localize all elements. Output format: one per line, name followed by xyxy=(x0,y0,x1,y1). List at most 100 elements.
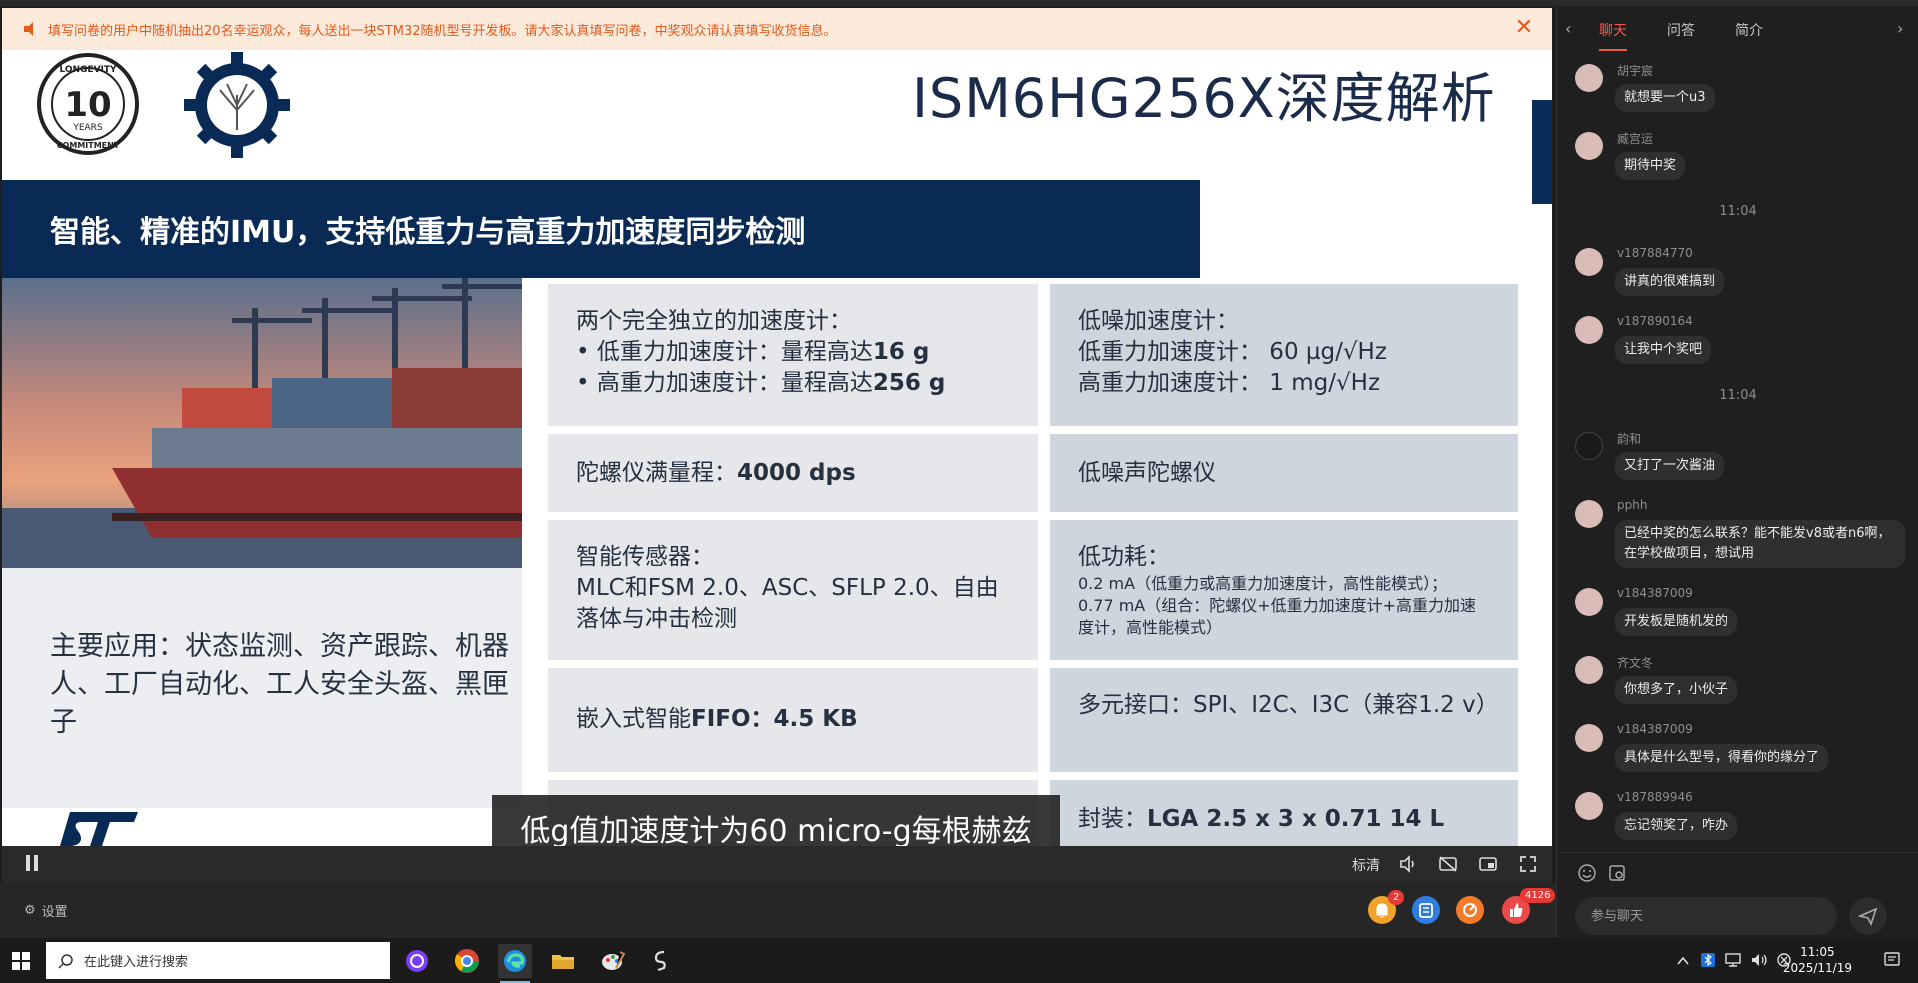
video-controls: 标清 xyxy=(2,846,1552,882)
longevity-logo: LONGEVITY 10 YEARS COMMITMENT xyxy=(37,53,139,155)
spec-text: MLC和FSM 2.0、ASC、SFLP 2.0、自由落体与冲击检测 xyxy=(576,575,999,632)
image-upload-icon[interactable] xyxy=(1607,863,1627,883)
title-accent-bar xyxy=(1532,100,1552,204)
emoji-icon[interactable] xyxy=(1577,863,1597,883)
edge-icon[interactable] xyxy=(498,944,532,983)
spec-text: 0.77 mA（组合：陀螺仪+低重力加速度计+高重力加速度计，高性能模式） xyxy=(1078,596,1477,637)
chat-bubble: 又打了一次酱油 xyxy=(1615,452,1725,480)
chevron-left-icon[interactable]: ‹ xyxy=(1565,19,1571,38)
chat-panel: ‹ 聊天 问答 简介 › 胡宇宸 就想要一个u3 臧宫运 期待中奖 11:04 … xyxy=(1556,6,1918,938)
chat-bubble: 已经中奖的怎么联系？能不能发v8或者n6啊，在学校做项目，想试用 xyxy=(1615,520,1905,568)
chat-bubble: 开发板是随机发的 xyxy=(1615,608,1738,636)
logo-text-top: LONGEVITY xyxy=(59,65,117,75)
spec-text: 高重力加速度计： 1 mg/√Hz xyxy=(1078,370,1381,396)
taskbar-search[interactable]: 在此键入进行搜索 xyxy=(46,942,390,979)
live-bottom-bar: ⚙ 设置 2 4126 xyxy=(0,882,1556,938)
st-logo xyxy=(60,812,138,846)
chevron-right-icon[interactable]: › xyxy=(1897,19,1903,38)
volume-icon[interactable] xyxy=(1398,854,1418,874)
chrome-icon[interactable] xyxy=(450,944,484,978)
chat-input[interactable] xyxy=(1575,897,1837,935)
applications-panel: 主要应用：状态监测、资产跟踪、机器人、工厂自动化、工人安全头盔、黑匣子 xyxy=(2,568,522,808)
send-icon xyxy=(1857,907,1878,927)
gear-icon xyxy=(184,52,290,158)
avatar xyxy=(1575,500,1603,528)
chat-username: v184387009 xyxy=(1617,586,1693,600)
gear-icon: ⚙ xyxy=(24,903,36,918)
logo-number: 10 xyxy=(64,85,111,125)
spec-interfaces: 多元接口：SPI、I2C、I3C（兼容1.2 v） xyxy=(1050,668,1518,772)
checklist-icon[interactable] xyxy=(1412,896,1440,924)
gift-icon[interactable] xyxy=(1456,896,1484,924)
notification-icon[interactable] xyxy=(1882,950,1902,970)
speaker-icon[interactable] xyxy=(1750,952,1768,968)
chat-bubble: 具体是什么型号，得看你的缘分了 xyxy=(1615,744,1829,772)
send-button[interactable] xyxy=(1849,897,1887,935)
chat-bubble: 期待中奖 xyxy=(1615,152,1686,180)
chat-username: v187890164 xyxy=(1617,314,1693,328)
clock-date: 2025/11/19 xyxy=(1782,961,1852,975)
paint-icon[interactable] xyxy=(596,944,630,978)
settings-label: 设置 xyxy=(41,905,68,920)
spec-value: 256 g xyxy=(872,370,946,396)
chat-username: 齐文冬 xyxy=(1617,656,1654,670)
spec-value: 16 g xyxy=(872,339,930,365)
logo-text-bottom: COMMITMENT xyxy=(57,141,120,150)
spec-text: 陀螺仪满量程： xyxy=(576,460,737,486)
tab-intro[interactable]: 简介 xyxy=(1735,20,1763,40)
spec-text: 低功耗： xyxy=(1078,544,1170,570)
spec-accelerometers: 两个完全独立的加速度计： • 低重力加速度计：量程高达16 g • 高重力加速度… xyxy=(548,284,1038,426)
spec-smart-sensor: 智能传感器： MLC和FSM 2.0、ASC、SFLP 2.0、自由落体与冲击检… xyxy=(548,520,1038,660)
avatar xyxy=(1575,316,1603,344)
close-notice-icon[interactable]: ✕ xyxy=(1512,17,1536,41)
avatar xyxy=(1575,656,1603,684)
spec-gyro-range: 陀螺仪满量程：4000 dps xyxy=(548,434,1038,512)
spec-text: 封装： xyxy=(1078,806,1147,832)
bell-badge: 2 xyxy=(1388,890,1405,905)
warning-icon xyxy=(24,22,33,36)
avatar xyxy=(1575,432,1603,460)
slide-banner: 智能、精准的IMU，支持低重力与高重力加速度同步检测 xyxy=(2,180,1200,278)
pause-icon[interactable] xyxy=(24,855,42,873)
danmaku-off-icon[interactable] xyxy=(1438,854,1458,874)
chat-username: v187884770 xyxy=(1617,246,1693,260)
fullscreen-icon[interactable] xyxy=(1518,854,1538,874)
chat-username: 胡宇宸 xyxy=(1617,64,1654,78)
spec-text: 低重力加速度计： 60 µg/√Hz xyxy=(1078,339,1387,365)
chat-bubble: 讲真的很难搞到 xyxy=(1615,268,1725,296)
spec-text: 0.2 mA（低重力或高重力加速度计，高性能模式）； xyxy=(1078,574,1448,593)
folder-icon[interactable] xyxy=(546,944,580,978)
chat-timestamp: 11:04 xyxy=(1719,388,1757,403)
slide-title: ISM6HG256X深度解析 xyxy=(912,67,1496,130)
picture-in-picture-icon[interactable] xyxy=(1478,854,1498,874)
avatar xyxy=(1575,132,1603,160)
chat-bubble: 你想多了，小伙子 xyxy=(1615,676,1738,704)
bluetooth-icon[interactable] xyxy=(1700,952,1716,968)
search-icon xyxy=(58,954,73,969)
applications-text: 主要应用：状态监测、资产跟踪、机器人、工厂自动化、工人安全头盔、黑匣子 xyxy=(50,631,509,738)
spec-low-noise-gyro: 低噪声陀螺仪 xyxy=(1050,434,1518,512)
spec-value: FIFO：4.5 KB xyxy=(691,706,858,732)
spec-package: 封装：LGA 2.5 x 3 x 0.71 14 L xyxy=(1050,780,1518,846)
spec-text: • 低重力加速度计：量程高达 xyxy=(576,339,873,365)
app-s-icon[interactable] xyxy=(644,944,678,978)
windows-start-icon[interactable] xyxy=(12,952,30,970)
chat-bubble: 让我中个奖吧 xyxy=(1615,336,1712,364)
avatar xyxy=(1575,64,1603,92)
search-placeholder: 在此键入进行搜索 xyxy=(84,955,189,970)
settings-button[interactable]: ⚙ 设置 xyxy=(24,901,68,920)
spec-text: 两个完全独立的加速度计： xyxy=(576,308,852,334)
clock-time: 11:05 xyxy=(1800,945,1835,959)
tab-chat[interactable]: 聊天 xyxy=(1599,20,1627,51)
notice-text: 填写问卷的用户中随机抽出20名幸运观众，每人送出一块STM32随机型号开发板。请… xyxy=(48,23,837,39)
chat-username: pphh xyxy=(1617,498,1648,512)
taskbar-app-circle[interactable] xyxy=(400,944,434,978)
spec-text: 嵌入式智能 xyxy=(576,706,691,732)
network-icon[interactable] xyxy=(1724,952,1742,968)
chat-timestamp: 11:04 xyxy=(1719,204,1757,219)
spec-text: • 高重力加速度计：量程高达 xyxy=(576,370,873,396)
taskbar-clock[interactable]: 11:05 2025/11/19 xyxy=(1783,944,1852,976)
chevron-up-icon[interactable] xyxy=(1676,954,1690,968)
tab-qa[interactable]: 问答 xyxy=(1667,20,1695,40)
quality-button[interactable]: 标清 xyxy=(1352,855,1380,875)
